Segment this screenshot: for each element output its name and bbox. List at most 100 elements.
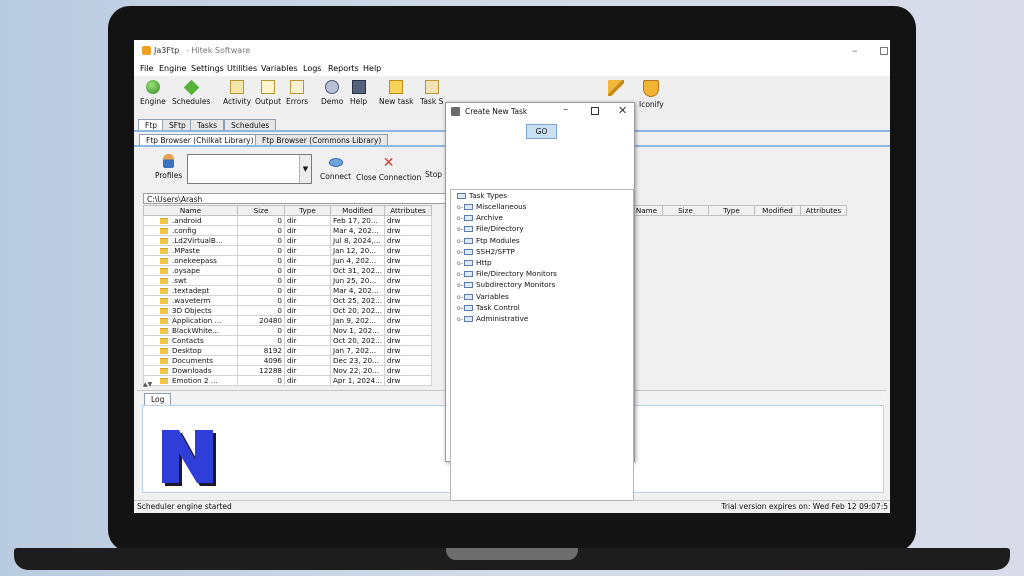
tree-item[interactable]: o– Task Control: [457, 303, 520, 312]
expand-toggle-icon[interactable]: o–: [457, 215, 464, 222]
file-attributes-cell: drw: [384, 365, 433, 376]
menu-reports[interactable]: Reports: [328, 64, 359, 73]
new-task-icon: [389, 80, 404, 94]
file-name-cell: Documents: [143, 355, 238, 366]
expand-toggle-icon[interactable]: o–: [457, 294, 464, 301]
toolbar-schedules-button[interactable]: Schedules: [172, 79, 210, 106]
toolbar-task-scheduler-button[interactable]: Task S: [420, 80, 443, 106]
file-attributes-cell: drw: [384, 215, 433, 226]
go-button[interactable]: GO: [526, 124, 557, 139]
menu-file[interactable]: File: [140, 64, 153, 73]
toolbar-new-task-button[interactable]: New task: [379, 80, 414, 106]
table-row[interactable]: .MPaste 0 dir Jan 12, 20... drw: [143, 245, 433, 256]
tree-item[interactable]: o– File/Directory: [457, 224, 524, 233]
tree-item[interactable]: o– Http: [457, 258, 492, 267]
expand-toggle-icon[interactable]: o–: [457, 282, 464, 289]
table-row[interactable]: .textadept 0 dir Mar 4, 202... drw: [143, 285, 433, 296]
file-name-cell: .onekeepass: [143, 255, 238, 266]
menu-engine[interactable]: Engine: [159, 64, 186, 73]
file-attributes-cell: drw: [384, 325, 433, 336]
column-attributes[interactable]: Attributes: [384, 205, 433, 216]
table-row[interactable]: Documents 4096 dir Dec 23, 20... drw: [143, 355, 433, 366]
toolbar-errors-button[interactable]: Errors: [286, 80, 308, 106]
table-row[interactable]: .waveterm 0 dir Oct 25, 202... drw: [143, 295, 433, 306]
table-row[interactable]: 3D Objects 0 dir Oct 20, 202... drw: [143, 305, 433, 316]
tree-item[interactable]: o– Archive: [457, 213, 503, 222]
tree-root-task-types[interactable]: Task Types: [457, 191, 507, 200]
expand-toggle-icon[interactable]: o–: [457, 260, 464, 267]
table-row[interactable]: .config 0 dir Mar 4, 202... drw: [143, 225, 433, 236]
expand-toggle-icon[interactable]: o–: [457, 249, 464, 256]
folder-icon: [160, 248, 168, 254]
tree-item[interactable]: o– File/Directory Monitors: [457, 269, 557, 278]
task-type-tree[interactable]: Task Types o– Miscellaneous o– Archive o– File…: [450, 189, 634, 501]
dialog-close-button[interactable]: ✕: [618, 104, 627, 117]
file-name-cell: Contacts: [143, 335, 238, 346]
table-row[interactable]: .oysape 0 dir Oct 31, 202... drw: [143, 265, 433, 276]
expand-toggle-icon[interactable]: o–: [457, 305, 464, 312]
menu-variables[interactable]: Variables: [261, 64, 298, 73]
tab-log[interactable]: Log: [144, 393, 172, 405]
file-attributes-cell: drw: [384, 285, 433, 296]
toolbar-engine-button[interactable]: Engine: [140, 80, 166, 106]
table-row[interactable]: Application ... 20480 dir Jan 9, 202... drw: [143, 315, 433, 326]
file-type-cell: dir: [284, 325, 331, 336]
expand-toggle-icon[interactable]: o–: [457, 271, 464, 278]
tree-item[interactable]: o– Subdirectory Monitors: [457, 280, 555, 289]
column-attributes[interactable]: Attributes: [800, 205, 847, 216]
user-profile-icon: [163, 154, 175, 168]
minimize-button[interactable]: –: [852, 44, 858, 57]
table-row[interactable]: .onekeepass 0 dir Jun 4, 202... drw: [143, 255, 433, 266]
folder-icon: [160, 338, 168, 344]
tree-item[interactable]: o– SSH2/SFTP: [457, 247, 515, 256]
folder-icon: [464, 304, 473, 311]
menu-logs[interactable]: Logs: [303, 64, 321, 73]
toolbar-help-button[interactable]: Help: [350, 80, 367, 106]
table-row[interactable]: Desktop 8192 dir Jan 7, 202... drw: [143, 345, 433, 356]
column-name[interactable]: Name: [143, 205, 238, 216]
expand-toggle-icon[interactable]: o–: [457, 226, 464, 233]
file-name-cell: .waveterm: [143, 295, 238, 306]
stop-button[interactable]: Stop: [425, 170, 442, 179]
column-size[interactable]: Size: [662, 205, 709, 216]
connect-button[interactable]: Connect: [320, 158, 351, 181]
toolbar-demo-button[interactable]: Demo: [321, 80, 343, 106]
table-row[interactable]: Downloads 12288 dir Nov 22, 20... drw: [143, 365, 433, 376]
column-size[interactable]: Size: [237, 205, 285, 216]
dialog-maximize-button[interactable]: [591, 107, 599, 115]
profiles-button[interactable]: Profiles: [155, 154, 182, 180]
tree-item[interactable]: o– Administrative: [457, 314, 528, 323]
splitter-arrows[interactable]: ▲▼: [143, 382, 423, 388]
table-row[interactable]: BlackWhite... 0 dir Nov 1, 202... drw: [143, 325, 433, 336]
expand-toggle-icon[interactable]: o–: [457, 238, 464, 245]
folder-icon: [464, 282, 473, 289]
tree-item[interactable]: o– Miscellaneous: [457, 202, 526, 211]
expand-toggle-icon[interactable]: o–: [457, 316, 464, 323]
menu-help[interactable]: Help: [363, 64, 381, 73]
toolbar-output-button[interactable]: Output: [255, 80, 281, 106]
toolbar-tools-button[interactable]: [608, 80, 624, 99]
column-modified[interactable]: Modified: [754, 205, 801, 216]
tree-item[interactable]: o– Variables: [457, 292, 509, 301]
expand-toggle-icon[interactable]: o–: [457, 204, 464, 211]
file-size-cell: 0: [237, 275, 285, 286]
menu-settings[interactable]: Settings: [191, 64, 224, 73]
table-row[interactable]: .android 0 dir Feb 17, 20... drw: [143, 215, 433, 226]
dialog-minimize-button[interactable]: –: [563, 104, 568, 115]
toolbar-iconify-button[interactable]: Iconify: [639, 80, 664, 109]
menu-utilities[interactable]: Utilities: [227, 64, 257, 73]
column-type[interactable]: Type: [284, 205, 331, 216]
column-type[interactable]: Type: [708, 205, 755, 216]
profile-select[interactable]: ▼: [187, 154, 312, 184]
close-connection-button[interactable]: ✕ Close Connection: [356, 156, 421, 182]
table-row[interactable]: .swt 0 dir Jun 25, 20... drw: [143, 275, 433, 286]
toolbar-activity-button[interactable]: Activity: [223, 80, 251, 106]
maximize-button[interactable]: [880, 47, 888, 55]
tree-item[interactable]: o– Ftp Modules: [457, 236, 520, 245]
table-row[interactable]: .Ld2VirtualB... 0 dir Jul 8, 2024,... drw: [143, 235, 433, 246]
local-path-field[interactable]: C:\Users\Arash: [143, 193, 446, 204]
file-size-cell: 0: [237, 235, 285, 246]
column-modified[interactable]: Modified: [329, 205, 386, 216]
column-name[interactable]: Name: [630, 205, 663, 216]
table-row[interactable]: Contacts 0 dir Oct 20, 202... drw: [143, 335, 433, 346]
